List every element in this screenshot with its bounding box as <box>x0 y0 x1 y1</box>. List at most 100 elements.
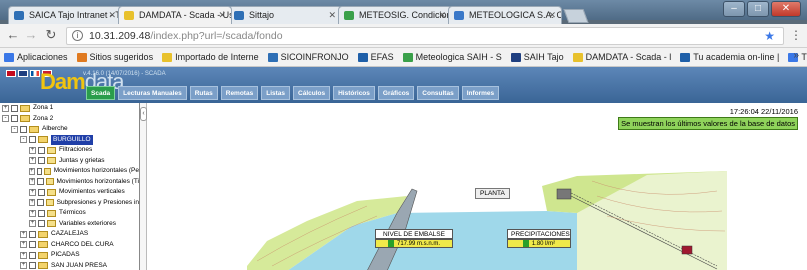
tree-node[interactable]: + Térmicos <box>0 208 139 219</box>
tree-checkbox[interactable] <box>11 115 18 123</box>
bookmark-item[interactable]: SAIH Tajo <box>510 52 564 62</box>
bookmark-item[interactable]: Importado de Interne <box>162 52 259 62</box>
flag-uk-icon[interactable] <box>18 70 28 77</box>
tree-node[interactable]: - Zona 2 <box>0 114 139 125</box>
tree-checkbox[interactable] <box>29 230 36 238</box>
tree-node[interactable]: + Zona 1 <box>0 103 139 114</box>
tree-checkbox[interactable] <box>38 220 45 228</box>
tree-checkbox[interactable] <box>37 199 44 207</box>
tree-node[interactable]: + CHARCO DEL CURA <box>0 240 139 251</box>
precipitaciones-widget[interactable]: PRECIPITACIONES 1.80 l/m² <box>507 229 571 248</box>
app-tab[interactable]: Remotas <box>220 86 259 100</box>
app-tab[interactable]: Rutas <box>189 86 218 100</box>
menu-icon[interactable]: ⋮ <box>790 28 802 42</box>
tree-node[interactable]: - BURGUILLO <box>0 134 139 146</box>
tree-checkbox[interactable] <box>29 241 36 249</box>
tree-node[interactable]: + Movimientos verticales <box>0 187 139 198</box>
app-tab[interactable]: Listas <box>261 86 291 100</box>
info-icon[interactable]: i <box>72 30 83 41</box>
close-tab-icon[interactable]: ✕ <box>108 7 116 24</box>
tree-checkbox[interactable] <box>36 167 42 175</box>
expand-icon[interactable]: + <box>29 199 36 207</box>
tree-checkbox[interactable] <box>20 125 27 133</box>
panel-divider[interactable]: ‹ <box>140 103 147 270</box>
new-tab-button[interactable] <box>563 9 589 23</box>
folder-icon <box>20 115 30 123</box>
bookmark-item[interactable]: Aplicaciones <box>4 52 68 62</box>
bookmark-item[interactable]: DAMDATA - Scada - l <box>572 52 671 62</box>
tree-checkbox[interactable] <box>29 136 36 144</box>
expand-icon[interactable]: + <box>29 167 35 175</box>
tree-node[interactable]: + Movimientos horizontales (Ti <box>0 177 139 188</box>
tree-checkbox[interactable] <box>29 251 36 259</box>
tree-node-label: Movimientos verticales <box>59 188 125 196</box>
flag-es-icon[interactable] <box>6 70 16 77</box>
app-tab[interactable]: Gráficos <box>377 86 415 100</box>
tree-node[interactable]: - Alberche <box>0 124 139 135</box>
tree-node[interactable]: + Variables exteriores <box>0 219 139 230</box>
tree-node[interactable]: + Subpresiones y Presiones in <box>0 198 139 209</box>
expand-icon[interactable]: + <box>29 209 36 217</box>
tree-node[interactable]: + Juntas y grietas <box>0 156 139 167</box>
expand-icon[interactable]: + <box>29 157 36 165</box>
back-icon[interactable]: ← <box>6 28 20 42</box>
tree-node-label: CHARCO DEL CURA <box>51 240 114 248</box>
minimize-button[interactable]: – <box>723 1 745 17</box>
tree-node[interactable]: + Movimientos horizontales (Pe <box>0 166 139 177</box>
tree-checkbox[interactable] <box>38 157 45 165</box>
bookmark-item[interactable]: Meteologica SAIH - S <box>402 52 502 62</box>
browser-tab[interactable]: DAMDATA - Scada - Us ✕ <box>118 6 232 24</box>
app-tab[interactable]: Consultas <box>417 86 459 100</box>
tree-checkbox[interactable] <box>38 188 45 196</box>
app-tab[interactable]: Lecturas Manuales <box>118 86 187 100</box>
browser-tab[interactable]: METEOSIG. Condiciones ✕ <box>338 6 452 24</box>
expand-icon[interactable]: + <box>20 262 27 270</box>
star-icon[interactable]: ★ <box>764 28 775 44</box>
collapse-panel-icon[interactable]: ‹ <box>140 107 147 121</box>
app-tab[interactable]: Scada <box>86 86 116 100</box>
tree-checkbox[interactable] <box>29 262 36 270</box>
forward-icon[interactable]: → <box>24 28 38 42</box>
close-window-button[interactable]: ✕ <box>771 1 801 17</box>
tree-checkbox[interactable] <box>37 178 44 186</box>
tree-checkbox[interactable] <box>38 146 45 154</box>
tree-node[interactable]: + CAZALEJAS <box>0 229 139 240</box>
nivel-embalse-widget[interactable]: NIVEL DE EMBALSE 717.99 m.s.n.m. <box>375 229 453 248</box>
browser-tab[interactable]: Sittajo ✕ <box>228 6 342 24</box>
tree-checkbox[interactable] <box>11 104 18 112</box>
tree-node[interactable]: + Filtraciones <box>0 145 139 156</box>
maximize-button[interactable]: □ <box>747 1 769 17</box>
close-tab-icon[interactable]: ✕ <box>328 7 336 24</box>
tree-node[interactable]: + SAN JUAN PRESA <box>0 261 139 270</box>
expand-icon[interactable]: + <box>20 241 27 249</box>
app-tab[interactable]: Cálculos <box>293 86 331 100</box>
expand-icon[interactable]: - <box>20 136 27 144</box>
expand-icon[interactable]: + <box>29 220 36 228</box>
expand-icon[interactable]: - <box>11 125 18 133</box>
reload-icon[interactable]: ↻ <box>44 28 58 42</box>
bookmark-item[interactable]: SICOINFRONJO <box>267 52 349 62</box>
app-tab[interactable]: Históricos <box>333 86 375 100</box>
bookmarks-more-icon[interactable]: » <box>793 50 799 61</box>
app-tab[interactable]: Informes <box>461 86 500 100</box>
tree-node[interactable]: + PICADAS <box>0 250 139 261</box>
expand-icon[interactable]: - <box>2 115 9 123</box>
tree-checkbox[interactable] <box>38 209 45 217</box>
expand-icon[interactable]: + <box>29 188 36 196</box>
bookmark-item[interactable]: Tu academia on-line | <box>680 52 779 62</box>
close-tab-icon[interactable]: ✕ <box>548 7 556 24</box>
expand-icon[interactable]: + <box>20 251 27 259</box>
expand-icon[interactable]: + <box>2 104 9 112</box>
expand-icon[interactable]: + <box>29 178 36 186</box>
browser-tab[interactable]: METEOLOGICA S.A. Obs✕ <box>448 6 562 24</box>
address-bar[interactable]: i 10.31.209.48/index.php?url=/scada/fond… <box>66 27 784 45</box>
bookmark-item[interactable]: Sitios sugeridos <box>76 52 153 62</box>
browser-tab[interactable]: SAICA Tajo Intranet - Tie ✕ <box>8 6 122 24</box>
close-tab-icon[interactable]: ✕ <box>438 7 446 24</box>
planta-label[interactable]: PLANTA <box>475 188 510 199</box>
bookmark-item[interactable]: EFAS <box>357 52 394 62</box>
expand-icon[interactable]: + <box>29 146 36 154</box>
flag-fr-icon[interactable] <box>30 70 40 77</box>
expand-icon[interactable]: + <box>20 230 27 238</box>
close-tab-icon[interactable]: ✕ <box>218 7 226 24</box>
